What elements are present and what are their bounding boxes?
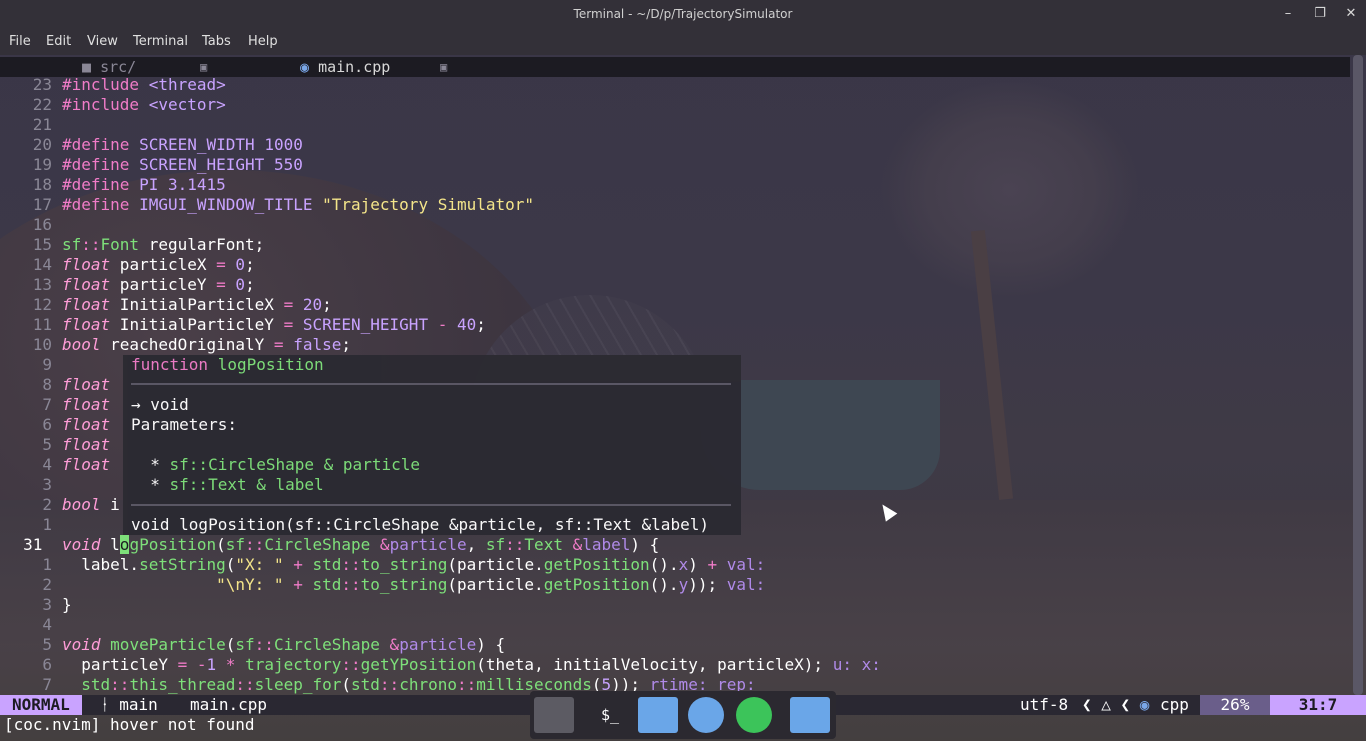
code-line: 15 sf::Font regularFont; bbox=[32, 235, 265, 254]
tab-main-cpp[interactable]: ◉ main.cpp bbox=[300, 57, 390, 77]
code-line: 9 bbox=[42, 355, 52, 374]
hover-param: sf::CircleShape & particle bbox=[169, 455, 420, 474]
linux-icon: ❮ △ ❮ ◉ bbox=[1082, 695, 1150, 714]
files-icon[interactable] bbox=[790, 697, 830, 733]
cursor-position: 31:7 bbox=[1270, 695, 1366, 715]
tab-close-icon[interactable]: ▣ bbox=[440, 57, 447, 77]
code-line: 11 float InitialParticleY = SCREEN_HEIGHT… bbox=[32, 315, 486, 334]
close-icon[interactable]: ✕ bbox=[1341, 4, 1361, 24]
scrollbar[interactable] bbox=[1353, 55, 1363, 695]
tab-close-icon[interactable]: ▣ bbox=[200, 57, 207, 77]
drive-icon[interactable] bbox=[534, 697, 574, 733]
code-line: 6 float bbox=[42, 415, 111, 434]
menu-view[interactable]: View bbox=[87, 34, 118, 49]
menu-terminal[interactable]: Terminal bbox=[133, 34, 188, 49]
hover-popup: function logPosition → void Parameters: … bbox=[123, 355, 741, 535]
code-line: 5 float bbox=[42, 435, 111, 454]
code-line: 22 #include <vector> bbox=[32, 95, 226, 114]
menu-file[interactable]: File bbox=[9, 34, 31, 49]
folder-icon: ■ bbox=[82, 58, 101, 76]
code-line: 18 #define PI 3.1415 bbox=[32, 175, 226, 194]
menu-help[interactable]: Help bbox=[248, 34, 278, 49]
filetype: cpp bbox=[1160, 695, 1189, 714]
code-line: 4 float bbox=[42, 455, 111, 474]
status-filename: main.cpp bbox=[190, 695, 268, 714]
minimize-icon[interactable]: – bbox=[1278, 4, 1298, 24]
home-folder-icon[interactable] bbox=[638, 697, 678, 733]
code-line: 5 void moveParticle(sf::CircleShape &part… bbox=[42, 635, 506, 654]
hover-declaration: void logPosition(sf::CircleShape &partic… bbox=[131, 515, 709, 534]
hover-param: sf::Text & label bbox=[169, 475, 324, 494]
code-line: 1 bbox=[42, 515, 52, 534]
code-line: 8 float bbox=[42, 375, 111, 394]
tab-src[interactable]: ■ src/ bbox=[82, 57, 136, 77]
browser-icon[interactable] bbox=[688, 697, 724, 733]
code-line: 10 bool reachedOriginalY = false; bbox=[32, 335, 352, 354]
code-line-current: 31 void logPosition(sf::CircleShape &par… bbox=[23, 535, 660, 554]
code-line: 12 float InitialParticleX = 20; bbox=[32, 295, 332, 314]
hover-kind: function bbox=[131, 355, 209, 374]
mode-indicator: NORMAL bbox=[0, 695, 82, 715]
git-branch-icon: ᚽ bbox=[100, 695, 120, 714]
code-line: 2 "\nY: " + std::to_string(particle.getP… bbox=[42, 575, 766, 594]
maximize-icon[interactable]: ❐ bbox=[1310, 4, 1330, 24]
dock: $_ bbox=[530, 691, 836, 739]
cpp-file-icon: ◉ bbox=[300, 58, 319, 76]
code-line: 20 #define SCREEN_WIDTH 1000 bbox=[32, 135, 303, 154]
code-line: 2 bool i bbox=[42, 495, 120, 514]
code-line: 23 #include <thread> bbox=[32, 75, 226, 94]
hover-params-title: Parameters: bbox=[131, 415, 237, 434]
terminal-area[interactable]: ■ src/ ▣ ◉ main.cpp ▣ 23 #include <thread… bbox=[0, 55, 1366, 741]
menu-edit[interactable]: Edit bbox=[46, 34, 71, 49]
code-line: 17 #define IMGUI_WINDOW_TITLE "Trajectory… bbox=[32, 195, 535, 214]
code-line: 19 #define SCREEN_HEIGHT 550 bbox=[32, 155, 303, 174]
encoding: utf-8 bbox=[1020, 695, 1069, 714]
code-line: 1 label.setString("X: " + std::to_string… bbox=[42, 555, 766, 574]
code-line: 6 particleY = -1 * trajectory::getYPosit… bbox=[42, 655, 881, 674]
code-line: 3 bbox=[42, 475, 52, 494]
hover-name: logPosition bbox=[217, 355, 324, 374]
code-line: 16 bbox=[32, 215, 52, 234]
code-line: 14 float particleX = 0; bbox=[32, 255, 255, 274]
terminal-icon[interactable]: $_ bbox=[590, 697, 630, 733]
code-line: 7 float bbox=[42, 395, 111, 414]
command-line[interactable]: [coc.nvim] hover not found bbox=[4, 715, 254, 735]
code-line: 3} bbox=[42, 595, 72, 614]
menu-tabs[interactable]: Tabs bbox=[202, 34, 231, 49]
hover-returns: → void bbox=[131, 395, 189, 414]
search-icon[interactable] bbox=[736, 697, 772, 733]
vim-tabline: ■ src/ ▣ ◉ main.cpp ▣ bbox=[0, 57, 1350, 77]
branch-indicator: ᚽ main bbox=[100, 695, 158, 714]
window-title: Terminal - ~/D/p/TrajectorySimulator bbox=[573, 7, 793, 21]
window-titlebar: Terminal - ~/D/p/TrajectorySimulator – ❐… bbox=[0, 0, 1366, 28]
scroll-percent: 26% bbox=[1200, 695, 1270, 715]
code-line: 21 bbox=[32, 115, 52, 134]
code-line: 13 float particleY = 0; bbox=[32, 275, 255, 294]
code-line: 4 bbox=[42, 615, 52, 634]
menu-bar: File Edit View Terminal Tabs Help bbox=[0, 28, 1366, 55]
